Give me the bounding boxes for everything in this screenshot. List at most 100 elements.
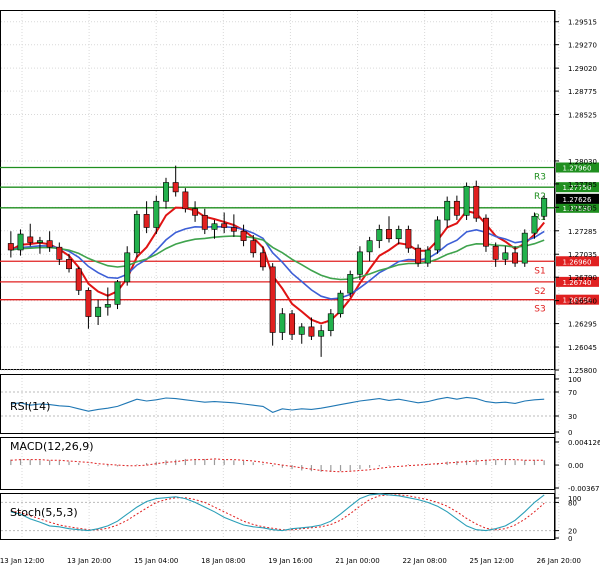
candle-body	[201, 215, 208, 230]
candle-body	[85, 290, 92, 317]
y-tick-label: 1.29270	[568, 42, 597, 50]
candle-body	[7, 243, 14, 251]
x-tick-label: 18 Jan 08:00	[201, 557, 245, 565]
sub-y-tick-label: 0.00	[568, 462, 584, 470]
stoch-title: Stoch(5,5,3)	[10, 506, 78, 519]
stoch-frame	[0, 493, 555, 540]
candle-body	[75, 268, 82, 291]
candle-body	[95, 306, 102, 317]
candle-body	[376, 229, 383, 241]
x-tick-label: 22 Jan 08:00	[402, 557, 446, 565]
candle-body	[405, 229, 412, 249]
candle-body	[541, 198, 548, 217]
x-tick-label: 26 Jan 20:00	[537, 557, 581, 565]
candle-body	[318, 330, 325, 337]
candle-body	[347, 274, 354, 294]
candle-body	[386, 229, 392, 240]
candle-body	[153, 200, 160, 228]
y-tick-label: 1.28030	[568, 158, 597, 166]
level-label-s2: S2	[534, 287, 545, 297]
y-tick-label: 1.27285	[568, 228, 597, 236]
candle-body	[240, 230, 247, 241]
candle-body	[502, 252, 509, 260]
candle-body	[531, 215, 538, 234]
x-tick-label: 15 Jan 04:00	[134, 557, 178, 565]
forex-chart: R31.27960R21.27750R11.27530S11.26960S21.…	[0, 10, 600, 565]
candle-body	[395, 229, 402, 240]
candle-body	[104, 304, 111, 308]
x-tick-label: 13 Jan 20:00	[67, 557, 111, 565]
candle-body	[463, 185, 470, 216]
candle-body	[492, 245, 499, 260]
level-label-s3: S3	[534, 305, 545, 315]
x-tick-label: 13 Jan 12:00	[0, 557, 44, 565]
x-tick-label: 21 Jan 00:00	[335, 557, 379, 565]
candle-body	[182, 191, 189, 210]
candle-body	[172, 182, 179, 193]
last-price-label: 1.27626	[563, 196, 592, 204]
level-price-label: 1.26960	[563, 258, 592, 266]
sub-y-tick-label: 70	[568, 389, 577, 397]
candle-body	[473, 185, 480, 219]
y-tick-label: 1.26790	[568, 274, 597, 282]
candle-body	[279, 313, 286, 333]
candle-body	[444, 200, 451, 221]
level-label-s1: S1	[534, 266, 545, 276]
rsi-title: RSI(14)	[10, 400, 50, 413]
main-panel	[0, 10, 555, 370]
y-tick-label: 1.27035	[568, 251, 597, 259]
candle-body	[192, 208, 199, 216]
candle-body	[221, 223, 228, 228]
candle-body	[143, 214, 150, 228]
candle-body	[269, 266, 276, 333]
y-tick-label: 1.27535	[568, 204, 597, 212]
sub-y-tick-label: 80	[568, 499, 577, 507]
y-tick-label: 1.28775	[568, 88, 597, 96]
sub-y-tick-label: 0	[568, 429, 572, 437]
sub-y-tick-label: -0.00367	[568, 485, 599, 493]
candle-body	[250, 240, 257, 254]
candle-body	[56, 246, 63, 260]
x-tick-label: 19 Jan 16:00	[268, 557, 312, 565]
y-tick-label: 1.29020	[568, 65, 597, 73]
candle-body	[289, 313, 296, 335]
y-tick-label: 1.26295	[568, 321, 597, 329]
y-tick-label: 1.26045	[568, 344, 597, 352]
candle-body	[27, 236, 34, 243]
candle-body	[230, 227, 237, 232]
candle-body	[356, 251, 363, 275]
level-label-r3: R3	[534, 173, 546, 183]
candle-body	[163, 182, 169, 202]
y-tick-label: 1.25800	[568, 367, 597, 375]
y-tick-label: 1.28525	[568, 112, 597, 120]
candle-body	[46, 240, 53, 248]
candle-body	[124, 252, 131, 283]
candle-body	[415, 247, 422, 264]
candle-body	[66, 259, 72, 270]
sub-y-tick-label: 0.004126	[568, 439, 600, 447]
rsi-frame	[0, 374, 555, 434]
candle-body	[308, 326, 315, 337]
y-tick-label: 1.29515	[568, 19, 597, 27]
candle-body	[337, 292, 344, 315]
candle-body	[434, 219, 441, 251]
candle-body	[298, 326, 305, 335]
sub-y-tick-label: 30	[568, 413, 577, 421]
candle-body	[211, 223, 218, 230]
candle-body	[483, 217, 489, 247]
macd-title: MACD(12,26,9)	[10, 440, 94, 453]
candle-body	[521, 232, 528, 264]
sub-y-tick-label: 0	[568, 535, 572, 543]
candle-body	[36, 240, 43, 243]
y-tick-label: 1.27785	[568, 181, 597, 189]
candle-body	[114, 281, 121, 305]
candle-body	[453, 200, 460, 216]
y-tick-label: 1.26540	[568, 298, 597, 306]
candle-body	[17, 233, 24, 251]
candle-body	[327, 313, 334, 331]
candle-body	[424, 249, 431, 264]
candle-body	[133, 214, 140, 254]
sub-y-tick-label: 100	[568, 376, 581, 384]
candle-body	[512, 252, 519, 264]
x-tick-label: 25 Jan 12:00	[470, 557, 514, 565]
